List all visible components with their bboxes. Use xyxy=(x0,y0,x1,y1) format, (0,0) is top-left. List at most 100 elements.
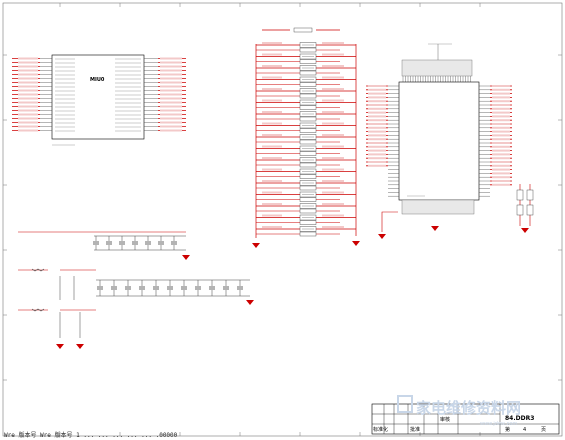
net-label xyxy=(18,125,38,128)
net-label xyxy=(18,117,38,120)
net-label xyxy=(160,89,182,92)
net-label xyxy=(322,145,344,148)
net-label xyxy=(18,113,38,116)
net-label xyxy=(18,89,38,92)
net-label xyxy=(160,121,182,124)
net-label xyxy=(18,65,38,68)
net-label xyxy=(160,85,182,88)
net-label xyxy=(262,134,282,136)
net-label xyxy=(18,81,38,84)
net-label xyxy=(160,65,182,68)
tb-label-standard: 标准化 xyxy=(373,426,388,433)
net-label xyxy=(492,134,510,137)
net-label xyxy=(262,203,282,205)
net-label xyxy=(262,76,282,79)
resistor xyxy=(299,59,317,64)
ground-symbol xyxy=(76,344,84,349)
net-label xyxy=(492,85,510,87)
net-label xyxy=(368,142,386,144)
net-label xyxy=(262,157,282,159)
resistor xyxy=(299,116,317,122)
net-label xyxy=(262,42,282,44)
resistor xyxy=(516,204,524,216)
resistor xyxy=(299,70,317,76)
net-label xyxy=(18,61,38,64)
net-label xyxy=(368,157,386,160)
resistor xyxy=(516,189,524,201)
net-label xyxy=(322,203,344,205)
ddr-top-connector xyxy=(401,59,473,77)
net-label xyxy=(492,176,510,179)
net-label xyxy=(262,145,282,148)
resistor xyxy=(299,93,317,99)
resistor xyxy=(526,189,534,201)
net-label xyxy=(160,57,182,60)
net-label xyxy=(492,107,510,110)
tb-page-num: 4 xyxy=(523,427,526,433)
net-label xyxy=(160,117,182,120)
net-label xyxy=(322,42,344,44)
net-label xyxy=(492,157,510,160)
ground-symbol xyxy=(252,243,260,248)
net-label xyxy=(492,104,510,106)
net-label xyxy=(492,100,510,103)
net-label xyxy=(368,153,386,156)
net-label xyxy=(492,145,510,148)
decoupling-section xyxy=(18,231,254,349)
ground-symbol xyxy=(56,344,64,349)
net-label xyxy=(160,77,182,80)
ground-symbol xyxy=(378,234,386,239)
resistor xyxy=(299,151,317,156)
resistor xyxy=(299,220,317,225)
net-label xyxy=(160,81,182,84)
net-label xyxy=(368,100,386,103)
net-label xyxy=(160,73,182,76)
chip-ddr3 xyxy=(366,43,534,239)
net-label xyxy=(262,226,282,228)
net-label xyxy=(322,180,344,182)
net-label xyxy=(368,161,386,163)
ddr-ground-net xyxy=(381,211,398,232)
net-label xyxy=(322,157,344,159)
net-label xyxy=(262,168,282,171)
net-label xyxy=(368,92,386,95)
ground-symbol xyxy=(431,226,439,231)
net-label xyxy=(262,191,282,194)
net-label xyxy=(368,126,386,129)
net-label xyxy=(322,168,344,171)
net-label xyxy=(492,149,510,152)
net-label xyxy=(492,180,510,182)
resistor xyxy=(299,47,317,53)
net-label xyxy=(492,111,510,114)
net-label xyxy=(492,92,510,95)
net-label xyxy=(18,69,38,72)
watermark-text: 家电维修资料网 xyxy=(416,399,521,417)
net-label xyxy=(322,99,344,102)
net-label xyxy=(18,97,38,100)
resistor xyxy=(299,208,317,214)
net-label xyxy=(492,153,510,156)
net-label xyxy=(262,214,282,217)
net-label xyxy=(492,123,510,125)
resistor xyxy=(299,128,317,133)
tb-label-approve: 批准 xyxy=(410,426,420,433)
net-label xyxy=(18,129,38,132)
net-label xyxy=(368,130,386,133)
resistor xyxy=(299,231,317,237)
tb-page-label: 第 xyxy=(505,426,510,433)
net-label xyxy=(160,97,182,100)
net-label xyxy=(368,96,386,99)
net-label xyxy=(368,149,386,152)
net-label xyxy=(322,76,344,79)
net-label xyxy=(492,119,510,122)
net-label xyxy=(160,105,182,108)
resistor-array xyxy=(252,27,360,248)
ground-symbol xyxy=(352,241,360,246)
net-label xyxy=(322,111,344,113)
ground-symbol xyxy=(246,300,254,305)
net-label xyxy=(368,138,386,141)
net-label xyxy=(492,115,510,118)
net-label xyxy=(18,85,38,88)
net-label xyxy=(262,122,282,125)
net-label xyxy=(492,172,510,175)
